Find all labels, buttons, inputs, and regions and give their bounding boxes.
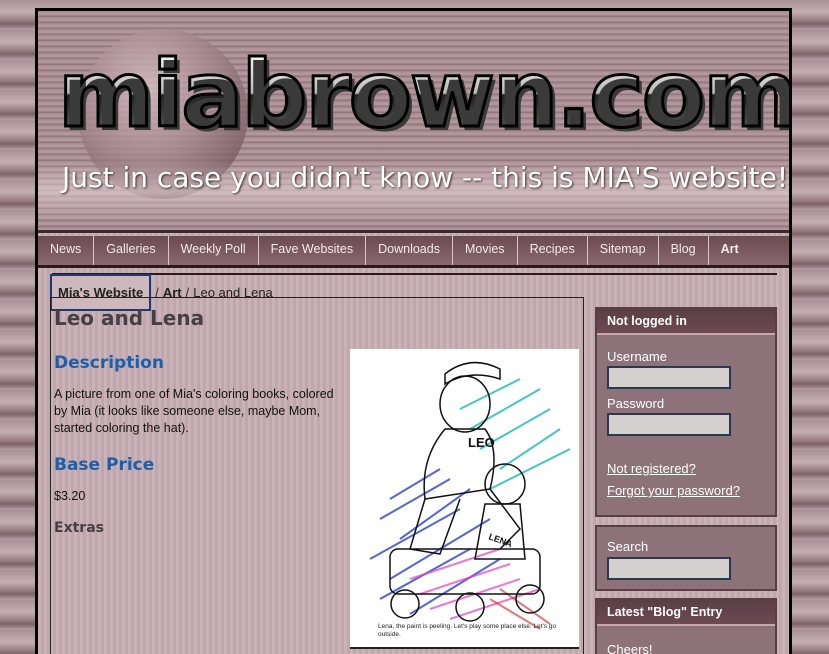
search-box: Search bbox=[595, 525, 777, 591]
nav-item-fave-websites[interactable]: Fave Websites bbox=[259, 236, 367, 265]
base-price-value: $3.20 bbox=[54, 489, 86, 503]
artwork-caption: Lena, the paint is peeling. Let's play s… bbox=[378, 623, 557, 638]
main-nav: News Galleries Weekly Poll Fave Websites… bbox=[38, 236, 789, 268]
search-label: Search bbox=[607, 539, 649, 554]
site-logo[interactable]: miabrown.com bbox=[57, 47, 790, 142]
blog-heading: Latest "Blog" Entry bbox=[597, 600, 775, 626]
nav-item-movies[interactable]: Movies bbox=[453, 236, 518, 265]
nav-item-galleries[interactable]: Galleries bbox=[94, 236, 169, 265]
nav-item-art[interactable]: Art bbox=[709, 236, 751, 265]
username-input[interactable] bbox=[607, 366, 731, 389]
base-price-heading: Base Price bbox=[54, 455, 155, 475]
username-label: Username bbox=[607, 349, 667, 364]
nav-item-weekly-poll[interactable]: Weekly Poll bbox=[169, 236, 259, 265]
nav-item-blog[interactable]: Blog bbox=[659, 236, 709, 265]
blog-box: Latest "Blog" Entry Cheers! bbox=[595, 598, 777, 654]
lena-shirt-text: LENA bbox=[487, 531, 514, 549]
main-content: Leo and Lena Description A picture from … bbox=[50, 297, 584, 654]
login-box: Not logged in Username Password Not regi… bbox=[595, 307, 777, 517]
password-label: Password bbox=[607, 396, 665, 411]
forgot-password-link[interactable]: Forgot your password? bbox=[607, 483, 740, 498]
blog-entry-link[interactable]: Cheers! bbox=[607, 642, 653, 654]
site-banner[interactable]: miabrown.com Just in case you didn't kno… bbox=[38, 11, 789, 233]
password-input[interactable] bbox=[607, 413, 731, 436]
nav-item-recipes[interactable]: Recipes bbox=[518, 236, 588, 265]
extras-heading: Extras bbox=[54, 520, 104, 536]
page-title: Leo and Lena bbox=[54, 306, 205, 330]
site-tagline: Just in case you didn't know -- this is … bbox=[62, 161, 789, 194]
leo-shirt-text: LEO bbox=[468, 435, 495, 450]
search-input[interactable] bbox=[607, 557, 731, 580]
nav-item-news[interactable]: News bbox=[38, 236, 95, 265]
coloring-page-drawing: LEO LENA bbox=[369, 361, 571, 630]
login-heading: Not logged in bbox=[597, 309, 775, 335]
page-frame: miabrown.com Just in case you didn't kno… bbox=[35, 8, 792, 654]
register-link[interactable]: Not registered? bbox=[607, 461, 696, 476]
nav-item-sitemap[interactable]: Sitemap bbox=[588, 236, 659, 265]
description-heading: Description bbox=[54, 353, 164, 373]
page-inner: miabrown.com Just in case you didn't kno… bbox=[38, 11, 789, 654]
description-text: A picture from one of Mia's coloring boo… bbox=[54, 387, 334, 435]
nav-item-downloads[interactable]: Downloads bbox=[366, 236, 453, 265]
artwork-image[interactable]: LEO LENA Lena, the paint is peeling. Let… bbox=[350, 349, 579, 649]
